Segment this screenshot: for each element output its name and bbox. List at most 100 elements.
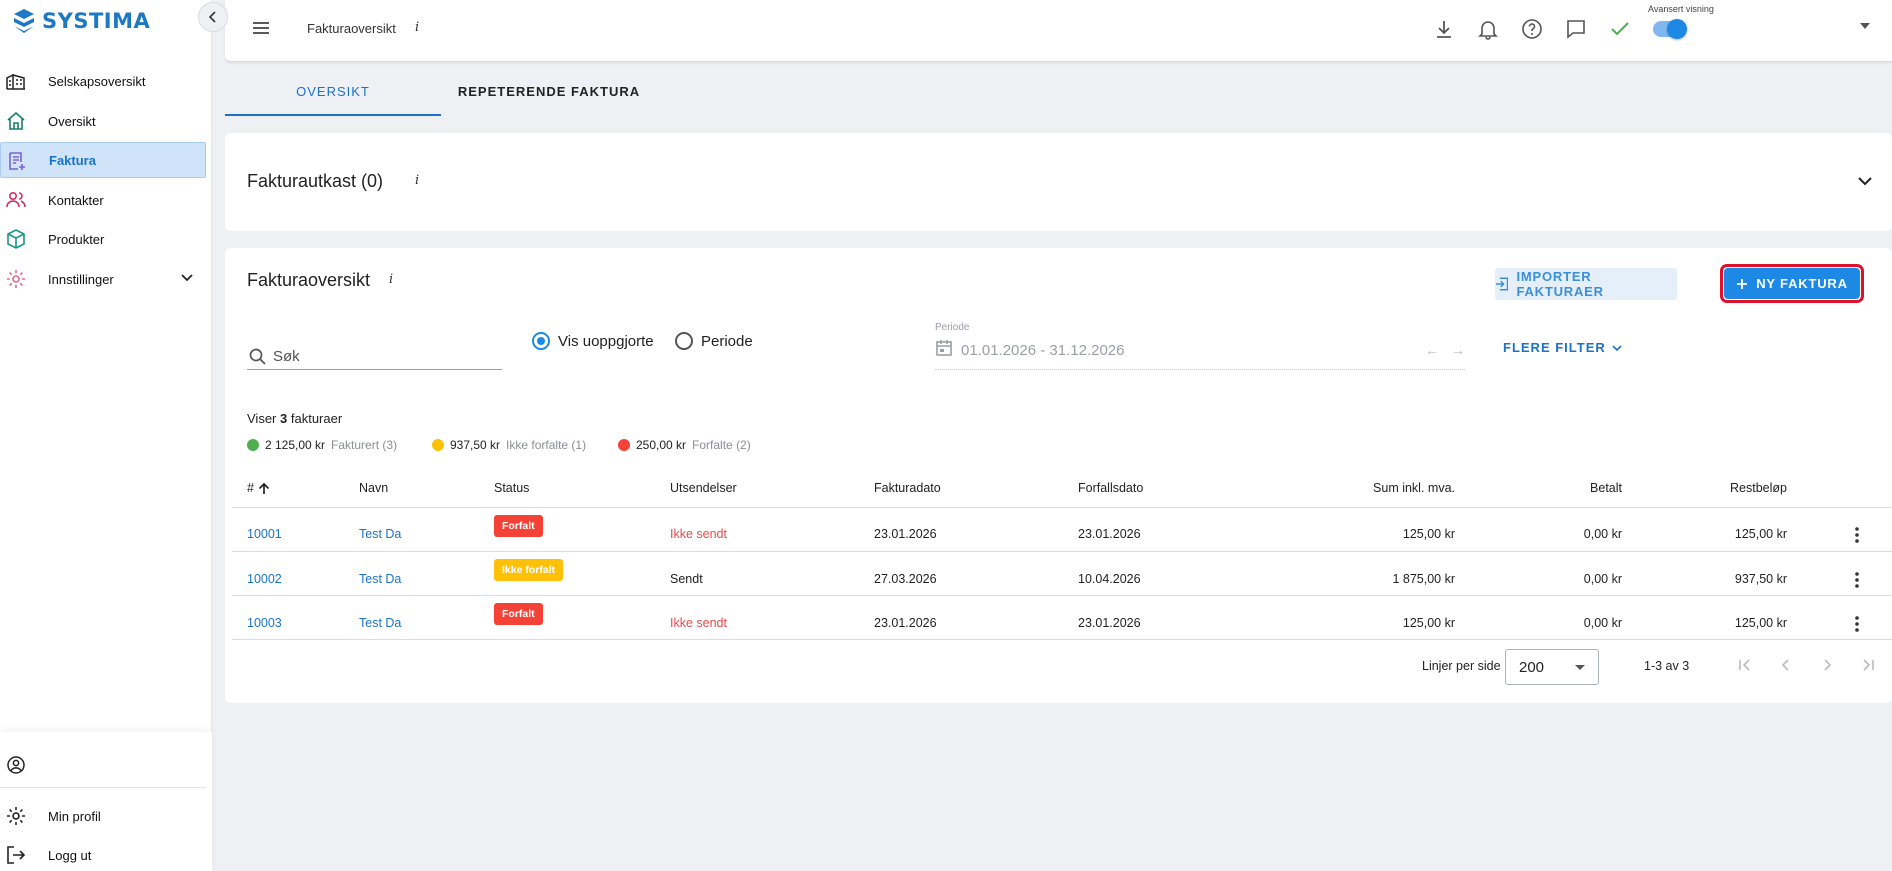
bell-icon[interactable] <box>1477 18 1499 40</box>
more-filters-button[interactable]: FLERE FILTER <box>1503 340 1622 355</box>
invoice-overview-card: Fakturaoversikt i IMPORTER FAKTURAER NY … <box>225 248 1892 703</box>
last-page-button[interactable] <box>1856 653 1880 677</box>
chevron-down-icon[interactable] <box>1857 173 1873 189</box>
info-icon[interactable]: i <box>415 20 419 35</box>
sidebar-item-label: Selskapsoversikt <box>48 73 146 89</box>
column-header-status[interactable]: Status <box>494 481 529 495</box>
account-circle-icon[interactable] <box>7 756 25 774</box>
overview-title: Fakturaoversikt <box>247 270 371 290</box>
paid-amount: 0,00 kr <box>1583 572 1622 586</box>
rows-per-page-select[interactable]: 200 <box>1505 649 1599 685</box>
sidebar-item-logg-ut[interactable]: Logg ut <box>0 837 206 871</box>
customer-name-link[interactable]: Test Da <box>359 616 401 630</box>
page-title: Fakturaoversikt <box>307 21 396 36</box>
row-menu-button[interactable] <box>1847 568 1867 592</box>
info-icon[interactable]: i <box>415 173 419 188</box>
status-dot <box>432 439 444 451</box>
chat-icon[interactable] <box>1565 18 1587 40</box>
search-input[interactable] <box>273 348 493 365</box>
rows-per-page-value: 200 <box>1519 659 1545 676</box>
column-header-remaining[interactable]: Restbeløp <box>1705 481 1787 495</box>
logout-icon <box>7 846 26 864</box>
sidebar: SYSTIMA Selskapsoversikt Oversikt Faktur… <box>0 0 212 871</box>
hamburger-menu-icon[interactable] <box>251 19 271 37</box>
sidebar-item-faktura[interactable]: Faktura <box>0 142 206 178</box>
import-icon <box>1495 277 1509 291</box>
sum-amount: 125,00 kr <box>1402 527 1455 541</box>
column-header-due-date[interactable]: Forfallsdato <box>1078 481 1143 495</box>
column-header-name[interactable]: Navn <box>359 481 388 495</box>
count-suffix: fakturaer <box>290 411 343 426</box>
row-menu-button[interactable] <box>1847 612 1867 636</box>
first-page-button[interactable] <box>1733 653 1757 677</box>
radio-label: Periode <box>701 332 753 350</box>
sidebar-collapse-button[interactable] <box>198 2 228 32</box>
sidebar-item-oversikt[interactable]: Oversikt <box>0 103 206 139</box>
new-invoice-button[interactable]: NY FAKTURA <box>1724 268 1860 299</box>
column-header-number[interactable]: # <box>247 481 270 495</box>
customer-name-link[interactable]: Test Da <box>359 572 401 586</box>
header-label: # <box>247 481 254 495</box>
import-invoices-button[interactable]: IMPORTER FAKTURAER <box>1495 268 1677 300</box>
remaining-amount: 937,50 kr <box>1734 572 1787 586</box>
caret-down-icon <box>1575 665 1585 670</box>
sum-amount: 125,00 kr <box>1402 616 1455 630</box>
invoice-number-link[interactable]: 10001 <box>247 527 282 541</box>
status-dot <box>247 439 259 451</box>
invoice-number-link[interactable]: 10003 <box>247 616 282 630</box>
download-icon[interactable] <box>1433 18 1455 40</box>
status-badge: Forfalt <box>494 603 543 625</box>
advanced-view-toggle[interactable] <box>1653 19 1687 39</box>
sidebar-item-produkter[interactable]: Produkter <box>0 221 206 257</box>
column-header-paid[interactable]: Betalt <box>1525 481 1622 495</box>
drafts-title: Fakturautkast (0) <box>247 171 384 191</box>
previous-page-button[interactable] <box>1774 653 1798 677</box>
tab-oversikt[interactable]: OVERSIKT <box>225 84 441 116</box>
sidebar-item-selskapsoversikt[interactable]: Selskapsoversikt <box>0 63 206 99</box>
import-label: IMPORTER FAKTURAER <box>1516 269 1604 299</box>
status-badge: Ikke forfalt <box>494 559 564 581</box>
column-header-sum[interactable]: Sum inkl. mva. <box>1275 481 1455 495</box>
sidebar-item-label: Faktura <box>49 152 96 168</box>
period-field: Periode 01.01.2026 - 31.12.2026 ← → <box>935 322 1465 370</box>
paid-amount: 0,00 kr <box>1583 527 1622 541</box>
period-label: Periode <box>935 322 970 333</box>
sidebar-item-min-profil[interactable]: Min profil <box>0 798 206 834</box>
company-building-icon <box>6 73 25 90</box>
column-header-dispatch[interactable]: Utsendelser <box>670 481 737 495</box>
last-page-icon <box>1863 659 1874 671</box>
dispatch-status: Ikke sendt <box>670 616 727 630</box>
new-invoice-label: NY FAKTURA <box>1756 276 1848 291</box>
invoice-date: 27.03.2026 <box>874 572 937 586</box>
sidebar-item-label: Oversikt <box>48 113 96 129</box>
help-icon[interactable] <box>1521 18 1543 40</box>
arrow-left-icon: ← <box>1425 342 1439 358</box>
search-field[interactable] <box>247 340 502 370</box>
first-page-icon <box>1739 659 1750 671</box>
info-icon[interactable]: i <box>389 272 393 287</box>
tab-label: OVERSIKT <box>296 84 370 99</box>
caret-down-icon[interactable] <box>1859 22 1871 30</box>
check-icon[interactable] <box>1609 18 1631 40</box>
sidebar-item-innstillinger[interactable]: Innstillinger <box>0 261 206 297</box>
page-range: 1-3 av 3 <box>1644 659 1690 673</box>
logo: SYSTIMA <box>12 8 150 34</box>
sidebar-item-label: Innstillinger <box>48 271 114 287</box>
summary-label: Fakturert (3) <box>331 438 398 452</box>
column-header-invoice-date[interactable]: Fakturadato <box>874 481 941 495</box>
invoice-count: Viser 3 fakturaer <box>247 411 342 426</box>
radio-unsettled[interactable]: Vis uoppgjorte <box>532 332 654 350</box>
next-page-button[interactable] <box>1815 653 1839 677</box>
sidebar-item-kontakter[interactable]: Kontakter <box>0 182 206 218</box>
due-date: 23.01.2026 <box>1078 616 1141 630</box>
row-menu-button[interactable] <box>1847 523 1867 547</box>
more-vertical-icon <box>1855 572 1859 588</box>
customer-name-link[interactable]: Test Da <box>359 527 401 541</box>
summary-label: Ikke forfalte (1) <box>506 438 587 452</box>
arrow-right-icon: → <box>1451 342 1465 358</box>
radio-period[interactable]: Periode <box>675 332 753 350</box>
sidebar-item-label: Produkter <box>48 231 105 247</box>
invoice-number-link[interactable]: 10002 <box>247 572 282 586</box>
tab-repeterende-faktura[interactable]: REPETERENDE FAKTURA <box>441 84 657 116</box>
invoice-icon <box>9 152 25 170</box>
